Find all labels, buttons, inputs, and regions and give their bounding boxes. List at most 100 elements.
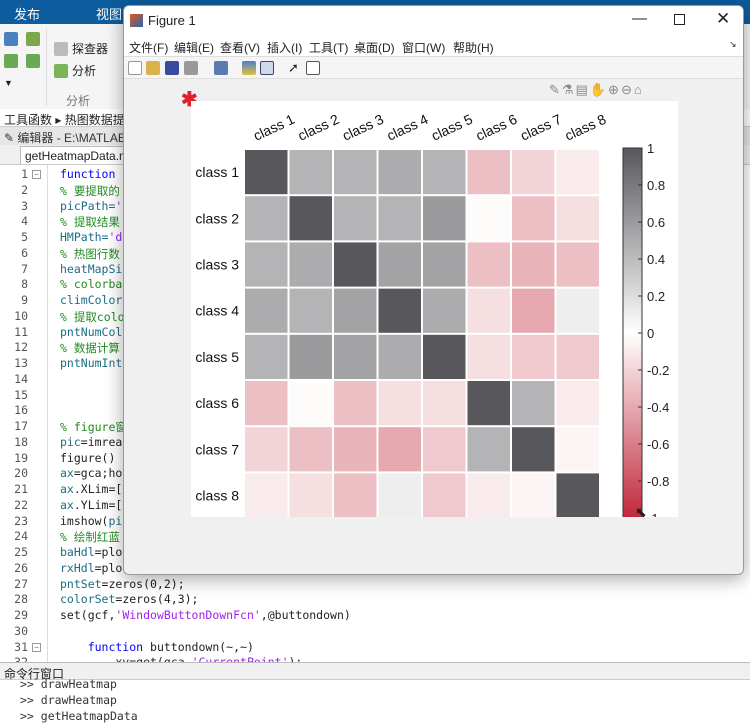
line-number: 1	[21, 167, 28, 181]
code-line: ax.XLim=[	[60, 482, 122, 496]
line-number: 3	[21, 198, 28, 213]
legend-icon[interactable]	[260, 61, 274, 75]
dropdown-arrow-icon[interactable]: ▼	[4, 78, 13, 88]
line-number: 11	[14, 324, 28, 339]
code-line: baHdl=plot	[60, 545, 129, 559]
editor-tab[interactable]: getHeatmapData.m	[20, 146, 130, 164]
code-token: 'WindowButtonDownFcn'	[115, 608, 261, 622]
code-token: % 提取结果	[60, 215, 120, 230]
menu-help[interactable]: 帮助(H)	[453, 39, 494, 56]
heatmap-cell	[378, 473, 421, 518]
divider	[46, 28, 47, 106]
heatmap-axes[interactable]: class 1 class 2 class 3 class 4 class 5 class…	[191, 101, 678, 526]
command-window[interactable]: >> drawHeatmap >> drawHeatmap >> getHeat…	[0, 677, 750, 723]
print-icon[interactable]	[184, 61, 198, 75]
pointer-icon[interactable]: ➚	[288, 61, 302, 75]
heatmap-cell	[289, 473, 332, 518]
ribbon-icon[interactable]	[26, 32, 40, 46]
ribbon-icon[interactable]	[26, 54, 40, 68]
heatmap-cell	[423, 381, 466, 426]
menu-desktop[interactable]: 桌面(D)	[354, 39, 395, 56]
dock-arrow-icon[interactable]: ↘	[729, 39, 737, 50]
breadcrumb-item[interactable]: 热图数据提	[65, 113, 125, 127]
code-token: % 数据计算	[60, 341, 120, 356]
heatmap-svg: class 1class 2class 3class 4class 5class…	[195, 111, 669, 526]
link-plot-icon[interactable]	[214, 61, 228, 75]
editor-title-text: 编辑器 - E:\MATLAB	[17, 131, 126, 145]
close-button[interactable]: ✕	[716, 9, 730, 29]
code-token: =imreac	[80, 434, 130, 449]
home-icon[interactable]: ⌂	[634, 82, 644, 97]
analyze-icon	[54, 63, 68, 78]
axes-toolbar: ✎⚗▤✋⊕⊖⌂	[549, 82, 644, 98]
heatmap-cell	[378, 288, 421, 333]
colorbar-tick-label: -0.6	[647, 437, 669, 452]
heatmap-cell	[378, 334, 421, 379]
code-token: % figure窗	[60, 420, 127, 434]
ribbon-icon[interactable]	[4, 54, 18, 68]
tab-view[interactable]: 视图	[96, 4, 122, 23]
menu-edit[interactable]: 编辑(E)	[174, 39, 214, 56]
fold-toggle[interactable]: −	[32, 170, 41, 179]
maximize-button[interactable]	[674, 14, 685, 25]
analyze-button[interactable]: 分析	[54, 62, 96, 79]
new-figure-icon[interactable]	[128, 61, 142, 75]
colorbar-icon[interactable]	[242, 61, 256, 75]
row-label: class 3	[195, 257, 239, 273]
heatmap-cell	[512, 242, 555, 287]
datatip-icon[interactable]: ▤	[576, 82, 590, 97]
heatmap-cell	[378, 242, 421, 287]
menu-view[interactable]: 查看(V)	[220, 39, 260, 56]
code-line: % 提取结果	[60, 214, 120, 230]
menu-window[interactable]: 窗口(W)	[402, 39, 445, 56]
code-token: rxHdl	[60, 560, 95, 575]
explorer-button[interactable]: 探查器	[54, 40, 108, 57]
code-token: set(gcf,	[60, 608, 116, 622]
fold-toggle[interactable]: −	[32, 642, 41, 652]
code-line: pntNumInte	[60, 356, 129, 370]
heatmap-cell	[289, 196, 332, 241]
line-number: 8	[21, 277, 28, 292]
zoom-out-icon[interactable]: ⊖	[621, 82, 634, 97]
pan-icon[interactable]: ✋	[590, 82, 608, 97]
heatmap-cell	[467, 381, 510, 426]
menu-insert[interactable]: 插入(I)	[267, 39, 302, 56]
code-line: % 提取colo	[60, 309, 125, 325]
line-number: 28	[14, 592, 28, 607]
property-editor-icon[interactable]	[306, 61, 320, 75]
column-label: class 8	[562, 111, 608, 144]
breadcrumb-item[interactable]: 工具函数	[4, 113, 52, 127]
explorer-label: 探查器	[72, 42, 109, 56]
code-line: % colorba	[60, 277, 122, 291]
ribbon-icon[interactable]	[4, 32, 18, 46]
zoom-in-icon[interactable]: ⊕	[608, 82, 621, 97]
code-line: % 绘制红蓝	[60, 529, 120, 545]
line-number: 16	[14, 403, 28, 418]
heatmap-cell	[512, 196, 555, 241]
data-tips-icon[interactable]: ⚗	[562, 82, 576, 97]
tab-publish[interactable]: 发布	[14, 4, 40, 23]
heatmap-cell	[378, 381, 421, 426]
column-label: class 5	[429, 111, 475, 144]
code-line: pntNumColo	[60, 325, 129, 339]
save-icon[interactable]	[165, 61, 179, 75]
code-token: =zeros(0,2);	[101, 576, 185, 591]
menu-tools[interactable]: 工具(T)	[309, 39, 348, 56]
code-token: % 要提取的	[60, 183, 120, 198]
figure-menu-bar: 文件(F) 编辑(E) 查看(V) 插入(I) 工具(T) 桌面(D) 窗口(W…	[124, 36, 743, 56]
line-number: 23	[14, 513, 28, 528]
line-number: 24	[14, 529, 28, 544]
menu-file[interactable]: 文件(F)	[129, 39, 168, 56]
line-number: 31	[14, 639, 28, 654]
code-line: HMPath='da	[60, 230, 129, 244]
heatmap-cell	[512, 381, 555, 426]
colorbar-tick-label: 0.8	[647, 178, 665, 193]
colorbar-tick-label: 0.4	[647, 252, 665, 267]
heatmap-cell	[467, 242, 510, 287]
colorbar-tick-label: -0.2	[647, 363, 669, 378]
minimize-button[interactable]: —	[632, 10, 647, 27]
open-file-icon[interactable]	[146, 61, 160, 75]
heatmap-cell	[289, 242, 332, 287]
line-number: 29	[14, 608, 28, 622]
brush-icon[interactable]: ✎	[549, 82, 562, 97]
